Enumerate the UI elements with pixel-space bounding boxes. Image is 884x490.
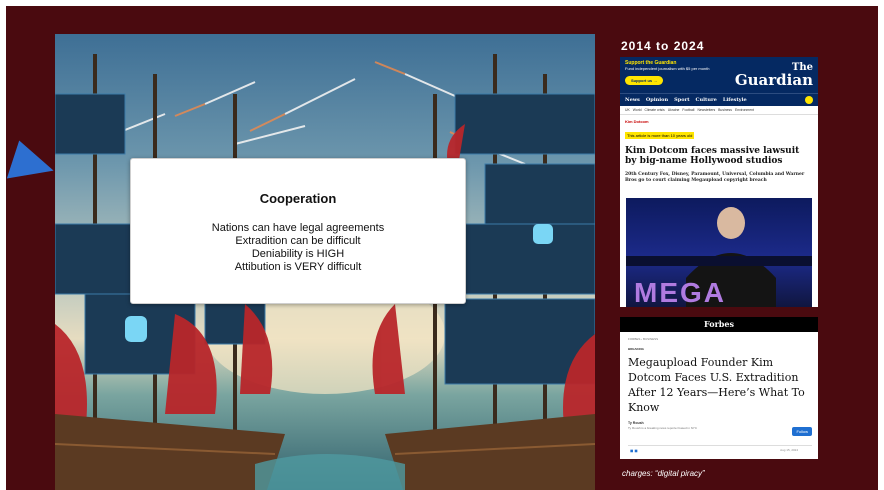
forbes-article-screenshot: Forbes FORBES › BUSINESS BREAKING Megaup…: [620, 317, 818, 459]
guardian-header: Support the Guardian Fund independent jo…: [620, 57, 818, 93]
subnav-item: Climate crisis: [644, 108, 665, 112]
card-line: Deniability is HIGH: [251, 248, 345, 260]
guardian-nav: News Opinion Sport Culture Lifestyle: [620, 93, 818, 106]
blue-triangle-pointer: [6, 140, 60, 192]
forbes-author: Ty Roush: [628, 421, 644, 425]
support-button: Support us →: [625, 76, 664, 85]
card-line: Attibution is VERY difficult: [234, 261, 362, 273]
logo-main: Guardian: [734, 71, 813, 89]
guardian-standfirst: 20th Century Fox, Disney, Paramount, Uni…: [625, 172, 805, 183]
subnav-item: Environment: [734, 108, 754, 112]
forbes-logo: Forbes: [620, 317, 818, 332]
presentation-slide: Cooperation Nations can have legal agree…: [6, 6, 878, 490]
age-notice-badge: This article is more than 10 years old: [625, 132, 695, 139]
subnav-item: Newsletters: [697, 108, 716, 112]
forbes-section: BREAKING: [628, 347, 645, 351]
subnav-item: Football: [682, 108, 695, 112]
card-line: Extradition can be difficult: [235, 235, 361, 247]
forbes-breadcrumb: FORBES › BUSINESS: [628, 337, 659, 341]
nav-item: News: [625, 97, 640, 103]
forbes-author-detail: Ty Roush is a breaking news reporter bas…: [628, 426, 698, 430]
nav-item: Sport: [674, 97, 690, 103]
cooperation-card: Cooperation Nations can have legal agree…: [130, 158, 466, 304]
forbes-date: Aug 15, 2024: [780, 448, 798, 452]
card-line: Nations can have legal agreements: [211, 222, 385, 234]
article-kicker: Kim Dotcom: [625, 119, 649, 124]
pirate-ships-illustration: Cooperation Nations can have legal agree…: [55, 34, 595, 490]
charges-caption: charges: “digital piracy”: [622, 469, 705, 478]
guardian-logo: The Guardian: [734, 62, 813, 89]
subnav-item: World: [632, 108, 642, 112]
nav-item: Lifestyle: [722, 97, 747, 103]
support-text: Fund independent journalism with $5 per …: [625, 66, 710, 71]
nav-item: Culture: [695, 97, 717, 103]
follow-button: Follow: [792, 427, 812, 436]
mega-logo-text: MEGA: [634, 277, 726, 307]
guardian-headline: Kim Dotcom faces massive lawsuit by big-…: [625, 146, 800, 166]
nav-item: Opinion: [645, 97, 669, 103]
guardian-article-screenshot: Support the Guardian Fund independent jo…: [620, 57, 818, 307]
subnav-item: Business: [718, 108, 732, 112]
subnav-item: UK: [625, 108, 630, 112]
subnav-item: Ukraine: [667, 108, 680, 112]
kim-dotcom-photo: MEGA: [626, 198, 812, 307]
menu-icon: [805, 96, 813, 104]
forbes-headline: Megaupload Founder Kim Dotcom Faces U.S.…: [628, 356, 805, 414]
guardian-subnav: UK World Climate crisis Ukraine Football…: [620, 106, 818, 115]
slide-frame: Cooperation Nations can have legal agree…: [0, 0, 884, 490]
divider: [628, 445, 812, 446]
card-title: Cooperation: [259, 191, 337, 206]
timeline-label: 2014 to 2024: [621, 39, 705, 53]
share-icons: ◼ ◼: [630, 448, 638, 453]
